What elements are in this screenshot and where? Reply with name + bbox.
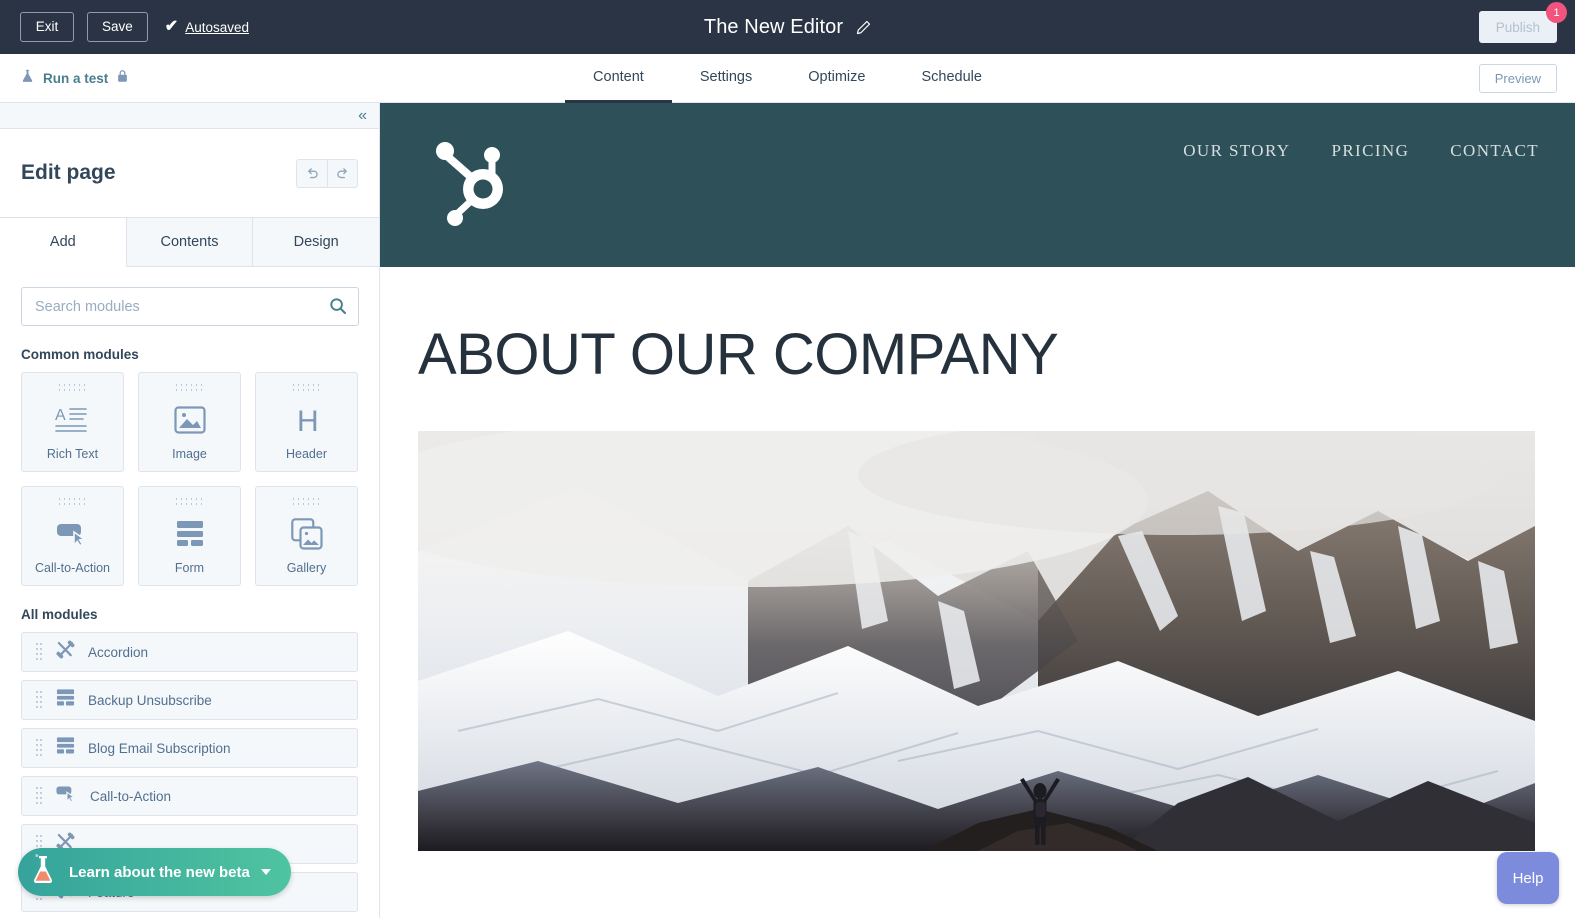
autosave-status: ✔ Autosaved — [165, 19, 249, 35]
drag-handle-icon[interactable] — [36, 786, 43, 806]
module-list-item-call-to-action[interactable]: Call-to-Action — [21, 776, 358, 816]
site-heading[interactable]: ABOUT OUR COMPANY — [418, 324, 1537, 386]
form-icon — [56, 688, 75, 712]
page-preview-canvas: OUR STORY PRICING CONTACT ABOUT OUR COMP… — [380, 103, 1575, 918]
chevron-down-icon[interactable] — [260, 869, 271, 875]
form-icon — [176, 506, 204, 561]
module-card-image[interactable]: Image — [138, 372, 241, 472]
sidebar-title: Edit page — [21, 161, 116, 184]
top-toolbar-left-group: Exit Save ✔ Autosaved — [0, 12, 249, 42]
chevron-double-left-icon: « — [358, 106, 367, 124]
svg-text:A: A — [55, 407, 66, 424]
sidebar-tab-design[interactable]: Design — [253, 218, 379, 267]
custom-module-icon — [56, 640, 75, 664]
editor-navbar: Run a test Content Settings Optimize Sch… — [0, 54, 1575, 103]
module-list-item-label: Blog Email Subscription — [88, 740, 231, 756]
cta-icon — [56, 506, 90, 561]
drag-handle-icon[interactable] — [292, 384, 321, 392]
tab-optimize[interactable]: Optimize — [780, 54, 893, 103]
check-icon: ✔ — [164, 18, 179, 35]
help-button[interactable]: Help — [1497, 852, 1559, 904]
sidebar-tab-contents[interactable]: Contents — [126, 218, 254, 267]
drag-handle-icon[interactable] — [58, 498, 87, 506]
drag-handle-icon[interactable] — [175, 384, 204, 392]
beta-announcement-label: Learn about the new beta — [69, 863, 250, 881]
tab-content[interactable]: Content — [565, 54, 672, 103]
search-icon[interactable] — [329, 297, 347, 315]
hero-image[interactable] — [418, 430, 1535, 851]
autosaved-link[interactable]: Autosaved — [185, 20, 249, 35]
undo-redo-group — [296, 158, 358, 188]
publish-button[interactable]: Publish — [1478, 11, 1557, 43]
module-list-item-accordion[interactable]: Accordion — [21, 632, 358, 672]
svg-text:H: H — [297, 405, 319, 436]
sidebar-tab-add[interactable]: Add — [0, 218, 127, 267]
image-icon — [173, 392, 206, 447]
sidebar-collapse-button[interactable]: « — [0, 103, 379, 129]
site-nav-our-story[interactable]: OUR STORY — [1183, 141, 1290, 161]
common-modules-grid: A Rich Text Image H Header Call-to-Actio… — [21, 372, 358, 586]
drag-handle-icon[interactable] — [36, 690, 43, 710]
undo-button[interactable] — [296, 158, 327, 188]
module-card-rich-text[interactable]: A Rich Text — [21, 372, 124, 472]
drag-handle-icon[interactable] — [292, 498, 321, 506]
publish-group: Publish 1 — [1478, 2, 1567, 43]
tab-settings[interactable]: Settings — [672, 54, 780, 103]
site-nav: OUR STORY PRICING CONTACT — [1183, 141, 1539, 161]
drag-handle-icon[interactable] — [175, 498, 204, 506]
module-card-call-to-action[interactable]: Call-to-Action — [21, 486, 124, 586]
module-card-form[interactable]: Form — [138, 486, 241, 586]
module-card-label: Rich Text — [46, 447, 99, 461]
publish-badge: 1 — [1546, 2, 1567, 23]
hero-image-illustration — [418, 430, 1535, 851]
site-header: OUR STORY PRICING CONTACT — [380, 103, 1575, 267]
sidebar-tab-list: Add Contents Design — [0, 218, 379, 267]
site-nav-pricing[interactable]: PRICING — [1331, 141, 1409, 161]
sidebar-body: Common modules A Rich Text — [0, 267, 379, 912]
rich-text-icon: A — [55, 392, 91, 447]
sidebar-header: Edit page — [0, 129, 379, 218]
search-modules-input[interactable] — [21, 287, 359, 326]
cta-icon — [56, 785, 77, 807]
edit-pencil-icon[interactable] — [856, 20, 871, 35]
module-list-item-label: Call-to-Action — [90, 788, 172, 804]
module-card-gallery[interactable]: Gallery — [255, 486, 358, 586]
module-card-label: Gallery — [286, 561, 327, 575]
module-list-item-label: Accordion — [88, 644, 149, 660]
module-card-header[interactable]: H Header — [255, 372, 358, 472]
drag-handle-icon[interactable] — [58, 384, 87, 392]
module-card-label: Image — [172, 447, 207, 461]
editor-sidebar: « Edit page Add Contents Design Common m… — [0, 103, 380, 918]
flask-icon — [28, 853, 58, 892]
save-button[interactable]: Save — [87, 12, 148, 42]
site-nav-contact[interactable]: CONTACT — [1450, 141, 1539, 161]
module-list-item-blog-email-subscription[interactable]: Blog Email Subscription — [21, 728, 358, 768]
common-modules-label: Common modules — [21, 347, 139, 362]
header-icon: H — [292, 392, 322, 447]
page-title: The New Editor — [703, 15, 844, 38]
preview-button[interactable]: Preview — [1478, 63, 1557, 93]
beta-announcement-button[interactable]: Learn about the new beta — [18, 848, 291, 896]
module-card-label: Form — [174, 561, 205, 575]
module-list-item-label: Backup Unsubscribe — [88, 692, 212, 708]
all-modules-label: All modules — [21, 607, 98, 622]
module-list-item-backup-unsubscribe[interactable]: Backup Unsubscribe — [21, 680, 358, 720]
exit-button[interactable]: Exit — [20, 12, 74, 42]
gallery-icon — [290, 506, 323, 561]
top-toolbar-right-group: Publish 1 — [1478, 0, 1567, 54]
redo-button[interactable] — [327, 158, 358, 188]
hubspot-sprocket-logo[interactable] — [435, 139, 507, 234]
site-main: ABOUT OUR COMPANY — [380, 267, 1575, 851]
top-toolbar: Exit Save ✔ Autosaved The New Editor Pub… — [0, 0, 1575, 54]
drag-handle-icon[interactable] — [36, 642, 43, 662]
editor-tab-list: Content Settings Optimize Schedule — [0, 54, 1575, 103]
module-card-label: Call-to-Action — [34, 561, 111, 575]
form-icon — [56, 736, 75, 760]
tab-schedule[interactable]: Schedule — [893, 54, 1009, 103]
search-modules-group — [21, 287, 359, 326]
module-card-label: Header — [286, 447, 327, 461]
drag-handle-icon[interactable] — [36, 738, 43, 758]
